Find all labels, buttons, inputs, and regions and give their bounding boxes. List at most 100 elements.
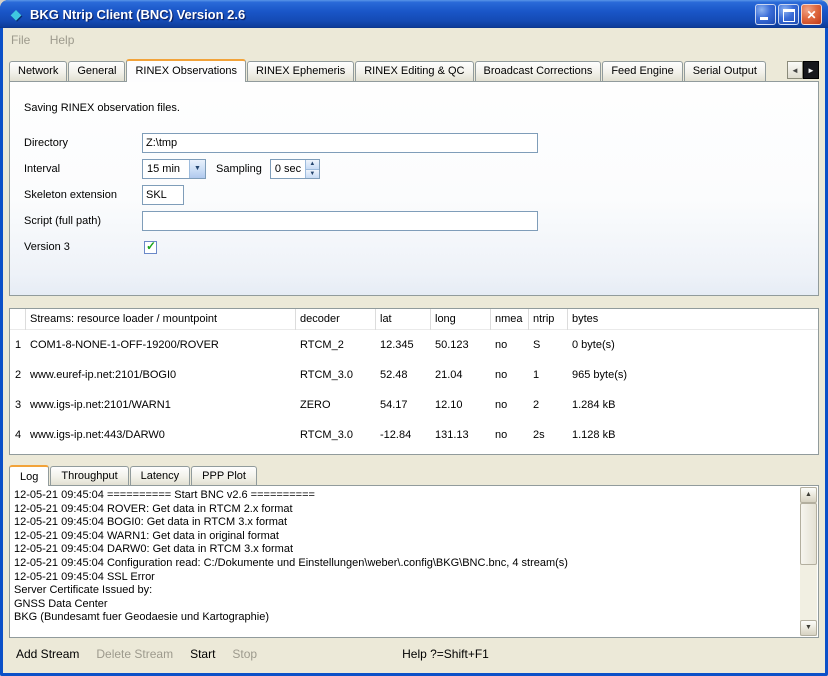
help-shortcut-hint: Help ?=Shift+F1 — [402, 647, 489, 661]
minimize-button[interactable] — [755, 4, 776, 25]
tab-serial-output[interactable]: Serial Output — [684, 61, 766, 81]
tab-network[interactable]: Network — [9, 61, 67, 81]
chevron-down-icon[interactable]: ▼ — [189, 160, 205, 178]
cell-bytes: 1.128 kB — [568, 429, 818, 441]
streams-table-header: Streams: resource loader / mountpoint de… — [10, 309, 818, 330]
header-nmea: nmea — [491, 309, 529, 330]
tab-log[interactable]: Log — [9, 465, 49, 486]
app-window: ◆ BKG Ntrip Client (BNC) Version 2.6 ✕ F… — [0, 0, 828, 676]
header-lat: lat — [376, 309, 431, 330]
delete-stream-button[interactable]: Delete Stream — [96, 647, 173, 661]
cell-mountpoint: www.euref-ip.net:2101/BOGI0 — [26, 369, 296, 381]
log-line: Server Certificate Issued by: — [14, 584, 796, 598]
directory-input[interactable] — [142, 133, 538, 153]
tab-rinex-editing-qc[interactable]: RINEX Editing & QC — [355, 61, 473, 81]
cell-nmea: no — [491, 369, 529, 381]
skeleton-extension-label: Skeleton extension — [24, 189, 142, 201]
version3-checkbox[interactable]: ✓ — [144, 241, 157, 254]
sampling-value: 0 sec — [271, 160, 305, 178]
row-number: 1 — [10, 339, 26, 351]
header-decoder: decoder — [296, 309, 376, 330]
tab-general[interactable]: General — [68, 61, 125, 81]
scroll-right-icon: ► — [807, 66, 815, 75]
close-button[interactable]: ✕ — [801, 4, 822, 25]
app-icon: ◆ — [7, 5, 25, 23]
add-stream-button[interactable]: Add Stream — [16, 647, 79, 661]
cell-lat: 54.17 — [376, 399, 431, 411]
table-row[interactable]: 4 www.igs-ip.net:443/DARW0 RTCM_3.0 -12.… — [10, 420, 818, 450]
skeleton-row: Skeleton extension — [24, 182, 818, 208]
interval-select[interactable]: 15 min ▼ — [142, 159, 206, 179]
scroll-down-button[interactable]: ▼ — [800, 620, 817, 636]
tab-latency[interactable]: Latency — [130, 466, 191, 485]
directory-row: Directory — [24, 130, 818, 156]
scroll-down-icon: ▼ — [805, 624, 812, 631]
scroll-up-icon: ▲ — [805, 491, 812, 498]
sampling-label: Sampling — [216, 163, 262, 175]
version3-label: Version 3 — [24, 241, 142, 253]
title-bar: ◆ BKG Ntrip Client (BNC) Version 2.6 ✕ — [0, 0, 828, 28]
table-row[interactable]: 3 www.igs-ip.net:2101/WARN1 ZERO 54.17 1… — [10, 390, 818, 420]
spin-up-icon[interactable]: ▲ — [306, 160, 319, 169]
cell-decoder: RTCM_3.0 — [296, 369, 376, 381]
cell-bytes: 965 byte(s) — [568, 369, 818, 381]
tab-feed-engine[interactable]: Feed Engine — [602, 61, 682, 81]
cell-nmea: no — [491, 339, 529, 351]
tab-ppp-plot[interactable]: PPP Plot — [191, 466, 257, 485]
tab-scroll-right-button[interactable]: ► — [803, 61, 819, 79]
script-row: Script (full path) — [24, 208, 818, 234]
log-line: 12-05-21 09:45:04 BOGI0: Get data in RTC… — [14, 516, 796, 530]
header-mountpoint: Streams: resource loader / mountpoint — [26, 309, 296, 330]
menu-help[interactable]: Help — [50, 33, 75, 47]
row-number: 4 — [10, 429, 26, 441]
log-line: GNSS Data Center — [14, 598, 796, 612]
row-number: 3 — [10, 399, 26, 411]
close-icon: ✕ — [802, 6, 821, 24]
tab-rinex-observations[interactable]: RINEX Observations — [126, 59, 245, 82]
script-path-input[interactable] — [142, 211, 538, 231]
rinex-observations-panel: Saving RINEX observation files. Director… — [9, 81, 819, 296]
cell-long: 131.13 — [431, 429, 491, 441]
log-line: BKG (Bundesamt fuer Geodaesie und Kartog… — [14, 611, 796, 625]
cell-ntrip: 1 — [529, 369, 568, 381]
window-title: BKG Ntrip Client (BNC) Version 2.6 — [30, 7, 755, 22]
interval-label: Interval — [24, 163, 142, 175]
tab-scroll-left-button[interactable]: ◄ — [787, 61, 803, 79]
cell-nmea: no — [491, 399, 529, 411]
log-scrollbar[interactable]: ▲ ▼ — [800, 487, 817, 636]
maximize-button[interactable] — [778, 4, 799, 25]
table-row[interactable]: 1 COM1-8-NONE-1-OFF-19200/ROVER RTCM_2 1… — [10, 330, 818, 360]
scroll-left-icon: ◄ — [791, 66, 799, 75]
header-long: long — [431, 309, 491, 330]
tab-throughput[interactable]: Throughput — [50, 466, 128, 485]
menu-file[interactable]: File — [11, 33, 30, 47]
script-path-label: Script (full path) — [24, 215, 142, 227]
menu-bar: File Help — [3, 28, 825, 52]
skeleton-extension-input[interactable] — [142, 185, 184, 205]
log-line: 12-05-21 09:45:04 Configuration read: C:… — [14, 557, 796, 571]
start-button[interactable]: Start — [190, 647, 215, 661]
cell-lat: 52.48 — [376, 369, 431, 381]
action-bar: Add Stream Delete Stream Start Stop Help… — [3, 638, 825, 661]
cell-ntrip: 2 — [529, 399, 568, 411]
scrollbar-thumb[interactable] — [800, 503, 817, 565]
log-line: 12-05-21 09:45:04 ROVER: Get data in RTC… — [14, 503, 796, 517]
stop-button[interactable]: Stop — [232, 647, 257, 661]
log-tab-bar: Log Throughput Latency PPP Plot — [9, 464, 819, 485]
table-row[interactable]: 2 www.euref-ip.net:2101/BOGI0 RTCM_3.0 5… — [10, 360, 818, 390]
cell-mountpoint: COM1-8-NONE-1-OFF-19200/ROVER — [26, 339, 296, 351]
cell-long: 12.10 — [431, 399, 491, 411]
cell-nmea: no — [491, 429, 529, 441]
cell-long: 21.04 — [431, 369, 491, 381]
tab-broadcast-corrections[interactable]: Broadcast Corrections — [475, 61, 602, 81]
header-gutter — [10, 309, 26, 330]
scroll-up-button[interactable]: ▲ — [800, 487, 817, 503]
cell-bytes: 1.284 kB — [568, 399, 818, 411]
log-line: 12-05-21 09:45:04 DARW0: Get data in RTC… — [14, 543, 796, 557]
client-area: File Help Network General RINEX Observat… — [3, 28, 825, 673]
streams-table: Streams: resource loader / mountpoint de… — [9, 308, 819, 455]
tab-rinex-ephemeris[interactable]: RINEX Ephemeris — [247, 61, 354, 81]
log-line: 12-05-21 09:45:04 SSL Error — [14, 571, 796, 585]
sampling-spinner[interactable]: 0 sec ▲ ▼ — [270, 159, 320, 179]
spin-down-icon[interactable]: ▼ — [306, 169, 319, 179]
